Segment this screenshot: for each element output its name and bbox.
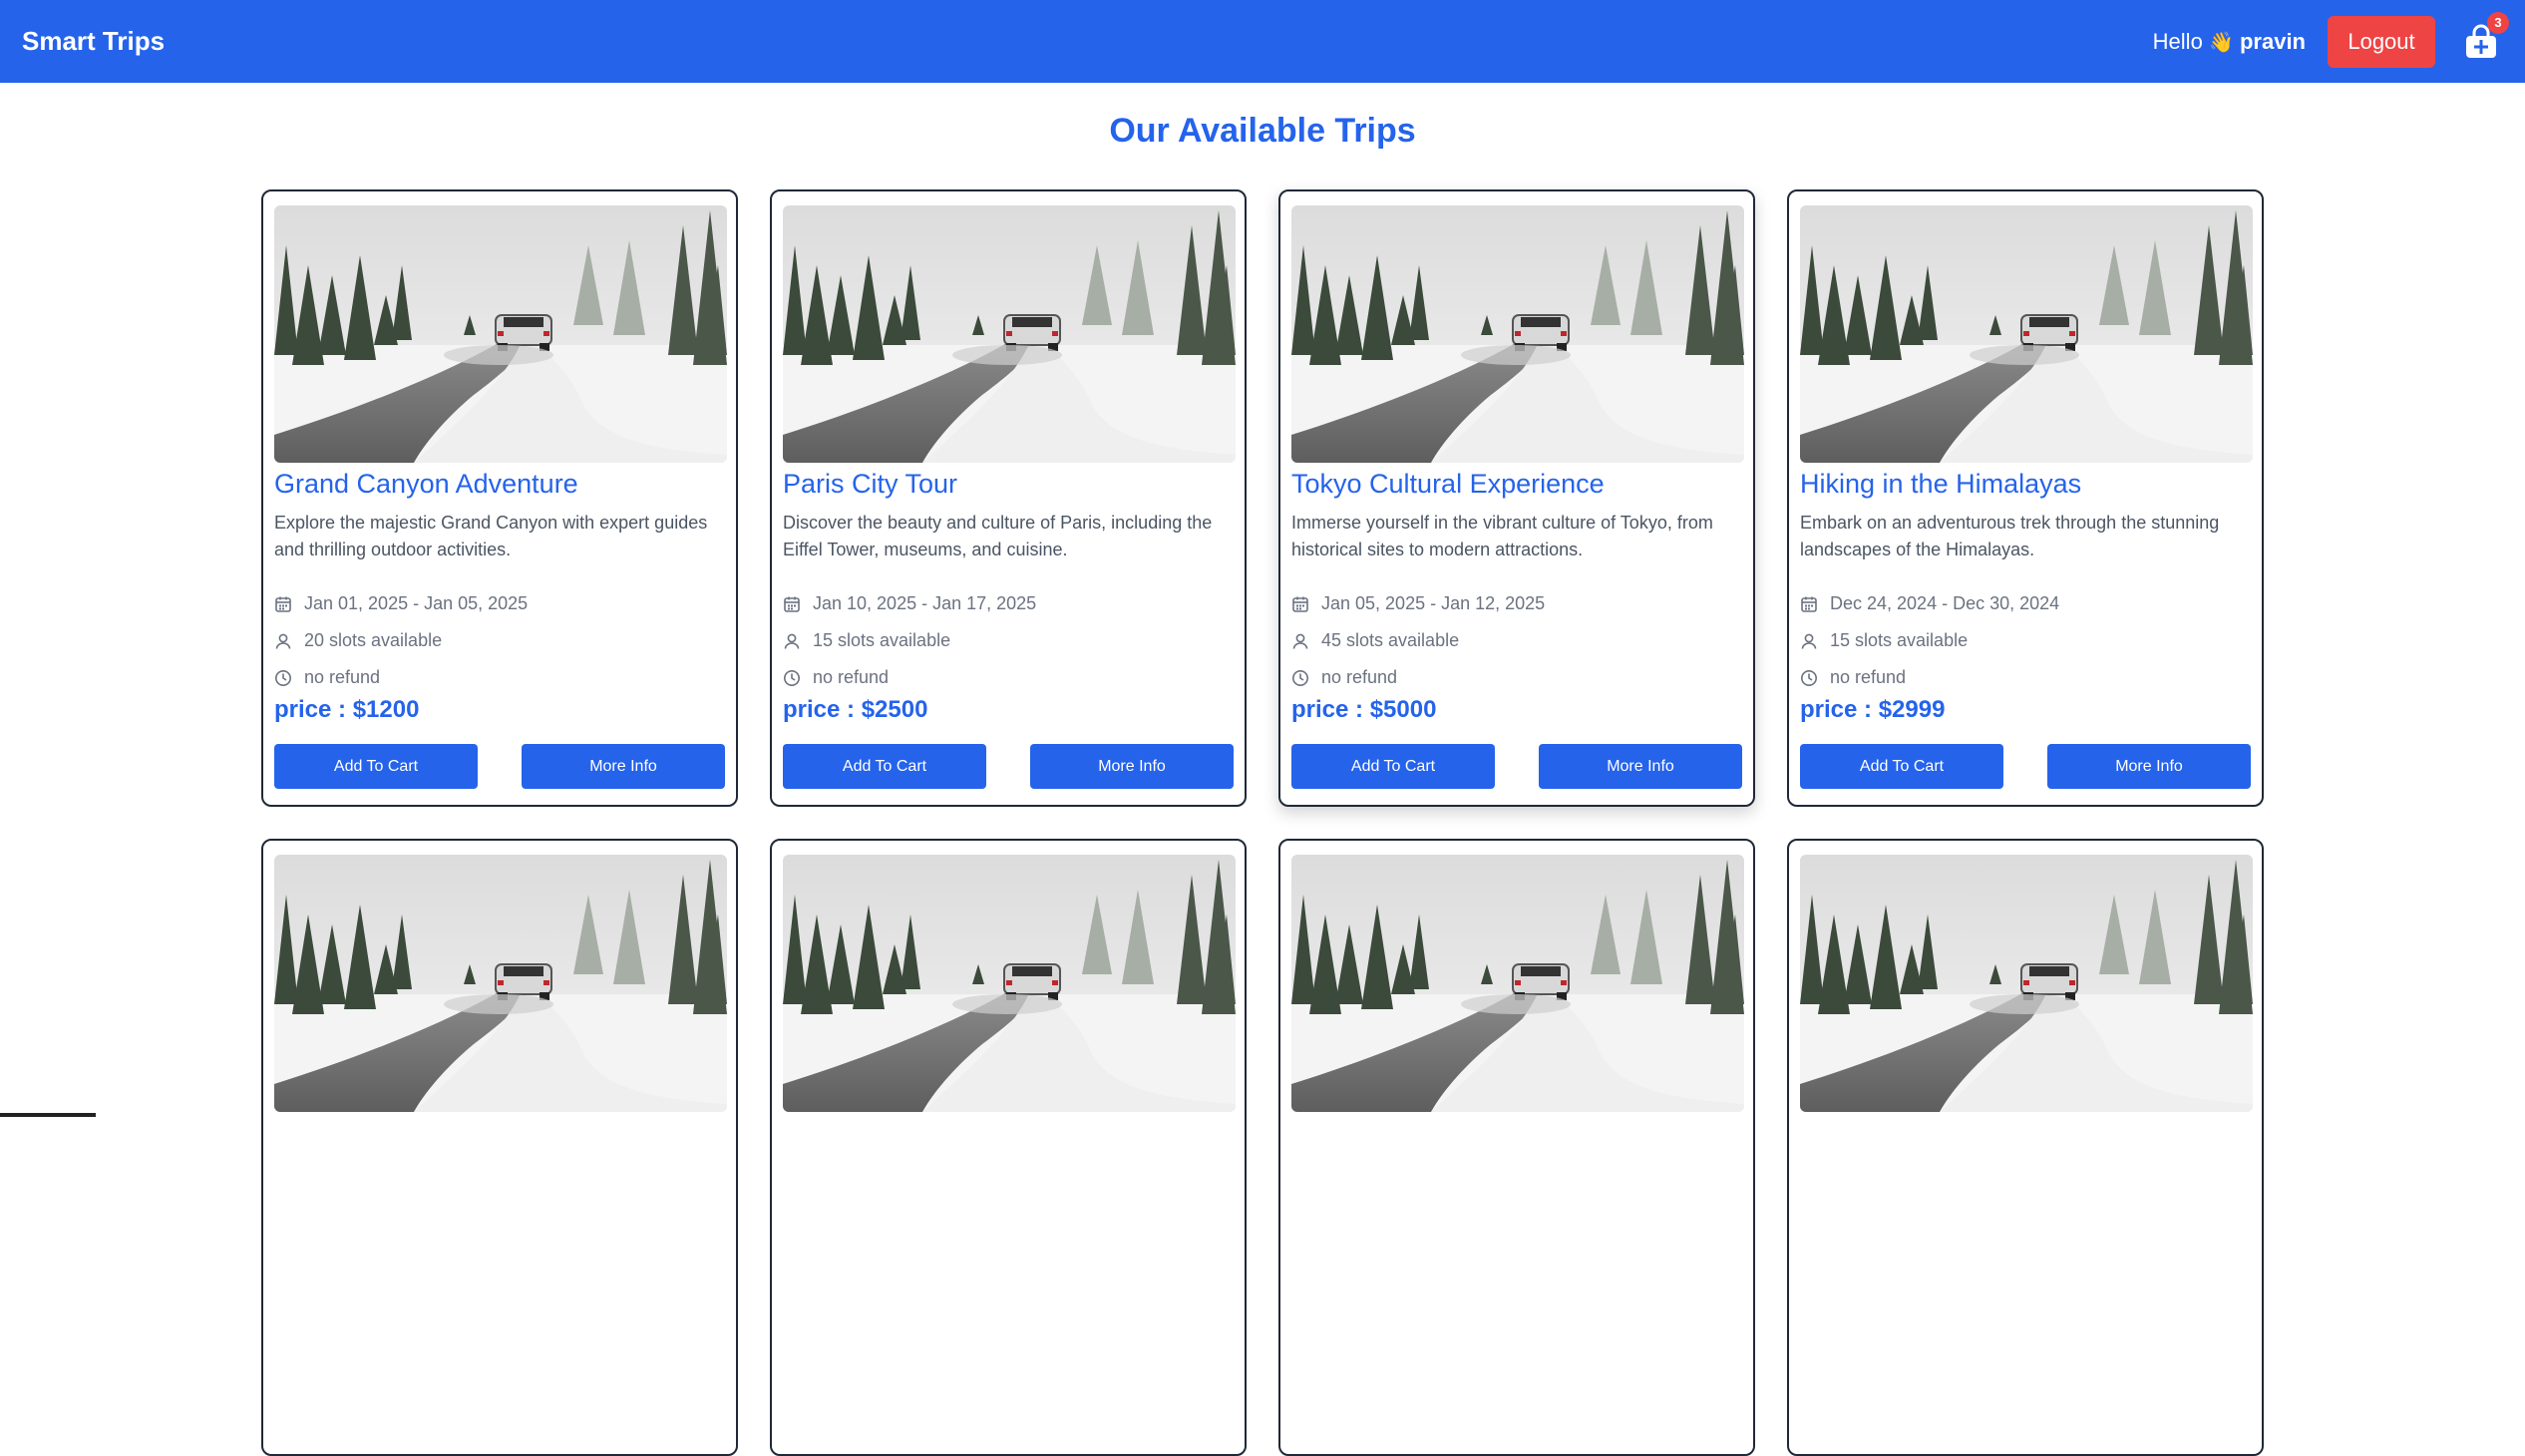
more-info-button[interactable]: More Info [522,744,725,789]
trip-image [1291,855,1744,1112]
trip-refund-row: no refund [783,659,1234,696]
trip-slots-row: 20 slots available [274,622,725,659]
user-icon [1800,632,1818,650]
trip-card: Paris City Tour Discover the beauty and … [770,189,1247,807]
trip-price: price : $2999 [1800,696,1946,723]
trip-slots-row: 45 slots available [1291,622,1742,659]
user-icon [1291,632,1309,650]
more-info-button[interactable]: More Info [2047,744,2251,789]
trip-dates-row: Jan 10, 2025 - Jan 17, 2025 [783,585,1234,622]
trip-refund-row: no refund [1291,659,1742,696]
calendar-icon [1800,595,1818,613]
trip-slots: 15 slots available [1830,630,1969,650]
trip-price: price : $5000 [1291,696,1437,723]
trip-price: price : $1200 [274,696,420,723]
trip-refund-row: no refund [274,659,725,696]
trip-card: Hiking in the Himalayas Embark on an adv… [1787,189,2264,807]
add-to-cart-button[interactable]: Add To Cart [783,744,986,789]
add-to-cart-button[interactable]: Add To Cart [274,744,478,789]
clock-icon [783,669,801,687]
trip-slots: 15 slots available [813,630,951,650]
trip-dates: Jan 05, 2025 - Jan 12, 2025 [1321,593,1546,613]
trip-card: Tokyo Cultural Experience Immerse yourse… [1278,189,1755,807]
trip-price: price : $2500 [783,696,928,723]
calendar-icon [274,595,292,613]
trip-slots-row: 15 slots available [1800,622,2251,659]
trip-actions: Add To Cart More Info [1291,744,1742,789]
trip-dates: Jan 10, 2025 - Jan 17, 2025 [813,593,1037,613]
wave-emoji: 👋 [2208,31,2234,54]
trip-dates: Dec 24, 2024 - Dec 30, 2024 [1830,593,2060,613]
trip-title: Paris City Tour [783,469,958,499]
trip-refund-row: no refund [1800,659,2251,696]
calendar-icon [1291,595,1309,613]
trip-card: Grand Canyon Adventure Explore the majes… [261,189,738,807]
trip-slots: 45 slots available [1321,630,1460,650]
trip-description: Discover the beauty and culture of Paris… [783,513,1213,559]
trips-grid: Grand Canyon Adventure Explore the majes… [261,189,2264,1456]
user-greeting: Hello 👋 pravin [2153,29,2306,55]
trip-dates: Jan 01, 2025 - Jan 05, 2025 [304,593,529,613]
trip-actions: Add To Cart More Info [274,744,725,789]
greeting-text: Hello [2152,28,2203,54]
trip-dates-row: Jan 01, 2025 - Jan 05, 2025 [274,585,725,622]
user-icon [783,632,801,650]
username: pravin [2239,28,2306,54]
trip-image [783,855,1236,1112]
trip-slots: 20 slots available [304,630,443,650]
trip-card [261,839,738,1456]
clock-icon [274,669,292,687]
trip-image [274,205,727,463]
trip-title: Grand Canyon Adventure [274,469,578,499]
trip-card [1787,839,2264,1456]
trip-image [1800,855,2253,1112]
clock-icon [1291,669,1309,687]
trip-image [1291,205,1744,463]
trip-image [274,855,727,1112]
nav-right: Hello 👋 pravin Logout 3 [2153,11,2509,68]
trip-description: Immerse yourself in the vibrant culture … [1291,513,1713,559]
calendar-icon [783,595,801,613]
cart-button[interactable]: 3 [2461,11,2509,62]
trip-actions: Add To Cart More Info [1800,744,2251,789]
logout-button[interactable]: Logout [2328,15,2435,68]
cart-count-badge: 3 [2487,11,2509,34]
trip-card [770,839,1247,1456]
trip-refund: no refund [304,667,381,687]
trip-title: Tokyo Cultural Experience [1291,469,1605,499]
clock-icon [1800,669,1818,687]
more-info-button[interactable]: More Info [1539,744,1742,789]
user-icon [274,632,292,650]
add-to-cart-button[interactable]: Add To Cart [1291,744,1495,789]
trip-refund: no refund [1321,667,1398,687]
trip-refund: no refund [813,667,890,687]
top-navbar: Smart Trips Hello 👋 pravin Logout 3 [0,0,2525,83]
trip-dates-row: Dec 24, 2024 - Dec 30, 2024 [1800,585,2251,622]
trip-description: Embark on an adventurous trek through th… [1800,513,2220,559]
trip-actions: Add To Cart More Info [783,744,1234,789]
scrollbar-stub [0,1113,96,1117]
trip-dates-row: Jan 05, 2025 - Jan 12, 2025 [1291,585,1742,622]
trip-meta: Jan 01, 2025 - Jan 05, 2025 20 slots ava… [274,585,725,696]
brand-logo[interactable]: Smart Trips [22,26,165,57]
trip-card [1278,839,1755,1456]
trip-image [1800,205,2253,463]
trip-meta: Dec 24, 2024 - Dec 30, 2024 15 slots ava… [1800,585,2251,696]
trip-image [783,205,1236,463]
more-info-button[interactable]: More Info [1030,744,1234,789]
page-title: Our Available Trips [1109,112,1416,150]
trip-refund: no refund [1830,667,1907,687]
trip-title: Hiking in the Himalayas [1800,469,2082,499]
trip-description: Explore the majestic Grand Canyon with e… [274,513,708,559]
trip-meta: Jan 05, 2025 - Jan 12, 2025 45 slots ava… [1291,585,1742,696]
trip-slots-row: 15 slots available [783,622,1234,659]
add-to-cart-button[interactable]: Add To Cart [1800,744,2003,789]
trip-meta: Jan 10, 2025 - Jan 17, 2025 15 slots ava… [783,585,1234,696]
